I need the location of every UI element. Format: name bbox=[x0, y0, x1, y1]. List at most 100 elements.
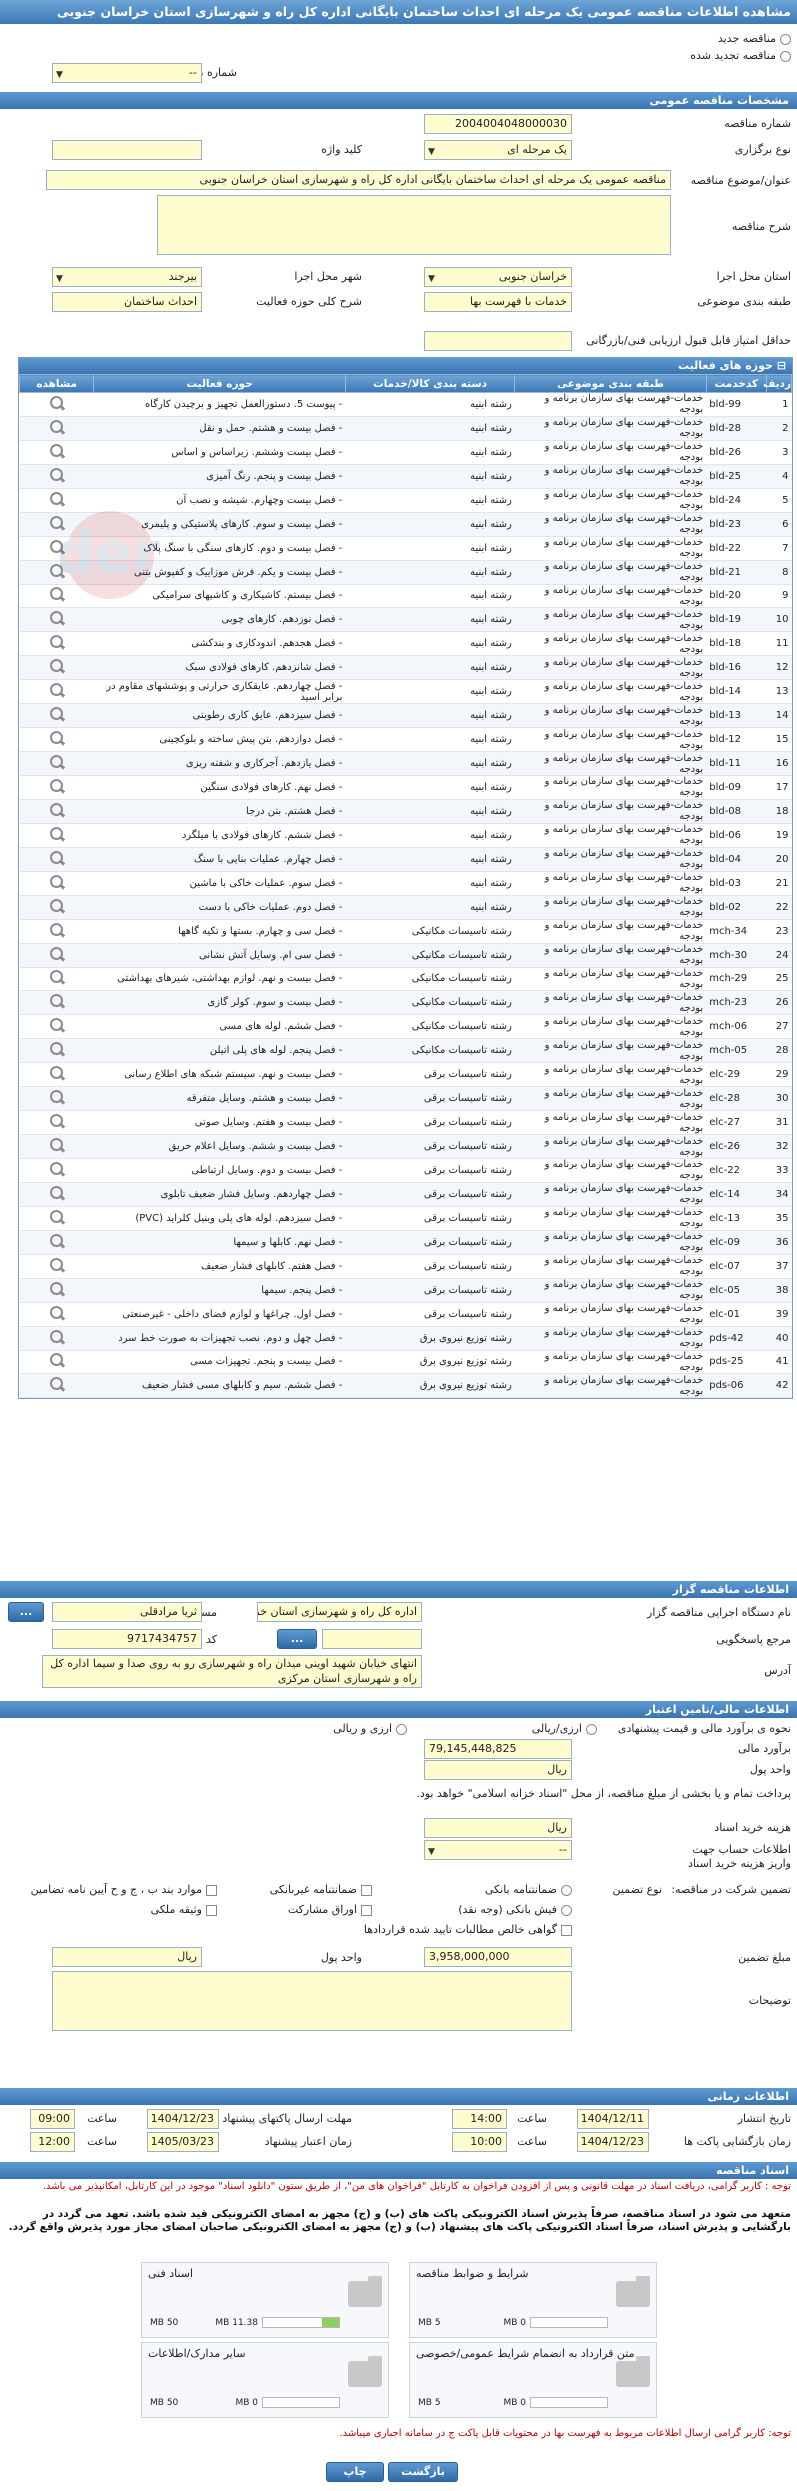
view-cell[interactable] bbox=[19, 1182, 94, 1207]
guarantee-desc-field[interactable] bbox=[52, 1971, 572, 2031]
view-icon[interactable] bbox=[49, 1377, 65, 1391]
view-icon[interactable] bbox=[49, 419, 65, 434]
view-cell[interactable] bbox=[19, 775, 94, 800]
view-icon[interactable] bbox=[49, 1161, 65, 1176]
view-icon[interactable] bbox=[49, 491, 65, 506]
tender-number-field[interactable]: 2004004048000030 bbox=[424, 114, 572, 134]
deadline-time-field[interactable]: 09:00 bbox=[30, 2109, 75, 2129]
view-icon[interactable] bbox=[49, 994, 65, 1008]
upload-box-terms[interactable]: شرایط و ضوابط مناقصه 0 MB 5 MB bbox=[409, 2262, 657, 2338]
view-icon[interactable] bbox=[49, 659, 65, 673]
view-icon[interactable] bbox=[49, 1066, 65, 1080]
view-icon[interactable] bbox=[49, 850, 65, 865]
view-cell[interactable] bbox=[19, 584, 94, 609]
view-icon[interactable] bbox=[49, 898, 65, 913]
view-icon[interactable] bbox=[49, 1185, 65, 1200]
view-cell[interactable] bbox=[19, 1350, 94, 1375]
open-date-field[interactable]: 1404/12/23 bbox=[577, 2132, 649, 2152]
doc-fee-field[interactable]: ریال bbox=[424, 1818, 572, 1838]
ref-field[interactable] bbox=[322, 1629, 422, 1649]
view-icon[interactable] bbox=[49, 826, 65, 841]
view-cell[interactable] bbox=[19, 943, 94, 968]
view-cell[interactable] bbox=[19, 631, 94, 657]
view-cell[interactable] bbox=[19, 1038, 94, 1064]
view-cell[interactable] bbox=[19, 1373, 94, 1399]
view-cell[interactable] bbox=[19, 871, 94, 896]
view-cell[interactable] bbox=[19, 1110, 94, 1136]
scope-field[interactable]: احداث ساختمان bbox=[52, 292, 202, 312]
opt-clause-items[interactable]: موارد بند ب ، ج و ح آیین نامه تضامین bbox=[31, 1883, 217, 1896]
view-icon[interactable] bbox=[49, 1281, 65, 1296]
pub-time-field[interactable]: 14:00 bbox=[452, 2109, 507, 2129]
postal-field[interactable]: 9717434757 bbox=[52, 1629, 202, 1649]
view-cell[interactable] bbox=[19, 967, 94, 992]
opt-claims-cert[interactable]: گواهی خالص مطالبات تایید شده قراردادها bbox=[364, 1923, 572, 1936]
guarantee-unit-field[interactable]: ریال bbox=[52, 1947, 202, 1967]
view-icon[interactable] bbox=[49, 467, 65, 482]
view-icon[interactable] bbox=[49, 970, 65, 984]
view-cell[interactable] bbox=[19, 1278, 94, 1303]
view-cell[interactable] bbox=[19, 703, 94, 729]
opt-bonds[interactable]: اوراق مشارکت bbox=[288, 1903, 372, 1916]
opt-bank-guarantee[interactable]: ضمانتنامه بانکی bbox=[485, 1883, 572, 1896]
view-icon[interactable] bbox=[49, 1114, 65, 1128]
view-icon[interactable] bbox=[49, 1329, 65, 1344]
view-cell[interactable] bbox=[19, 464, 94, 489]
view-icon[interactable] bbox=[49, 1305, 65, 1320]
view-icon[interactable] bbox=[49, 635, 65, 649]
view-cell[interactable] bbox=[19, 655, 94, 681]
guarantee-amount-field[interactable]: 3,958,000,000 bbox=[424, 1947, 572, 1967]
view-icon[interactable] bbox=[49, 1233, 65, 1248]
minscore-field[interactable] bbox=[424, 331, 572, 351]
view-cell[interactable] bbox=[19, 1302, 94, 1327]
view-icon[interactable] bbox=[49, 922, 65, 937]
keyword-field[interactable] bbox=[52, 140, 202, 160]
collapse-icon[interactable]: ⊟ bbox=[777, 359, 786, 372]
validity-time-field[interactable]: 12:00 bbox=[30, 2132, 75, 2152]
view-cell[interactable] bbox=[19, 1254, 94, 1279]
org-field[interactable]: اداره کل راه و شهرسازی استان خراسان جنوب… bbox=[257, 1602, 422, 1622]
description-textarea[interactable] bbox=[157, 195, 671, 255]
view-icon[interactable] bbox=[49, 587, 65, 601]
view-cell[interactable] bbox=[19, 488, 94, 513]
ref-lookup-button[interactable]: ... bbox=[277, 1629, 317, 1649]
tender-type-select[interactable]: ▼ یک مرحله ای bbox=[424, 140, 572, 160]
view-cell[interactable] bbox=[19, 560, 94, 585]
view-cell[interactable] bbox=[19, 1206, 94, 1231]
view-icon[interactable] bbox=[49, 1257, 65, 1272]
print-button[interactable]: چاپ bbox=[326, 2462, 384, 2482]
view-cell[interactable] bbox=[19, 727, 94, 753]
renewed-tender-radio[interactable]: مناقصه تجدید شده bbox=[690, 49, 791, 62]
city-select[interactable]: ▼ بیرجند bbox=[52, 267, 202, 287]
forex-radio[interactable]: ارزی و ریالی bbox=[333, 1722, 407, 1735]
view-icon[interactable] bbox=[49, 1138, 65, 1152]
view-icon[interactable] bbox=[49, 802, 65, 817]
view-cell[interactable] bbox=[19, 990, 94, 1016]
opt-nonbank-guarantee[interactable]: ضمانتنامه غیربانکی bbox=[270, 1883, 372, 1896]
validity-date-field[interactable]: 1405/03/23 bbox=[147, 2132, 219, 2152]
deadline-date-field[interactable]: 1404/12/23 bbox=[147, 2109, 219, 2129]
view-icon[interactable] bbox=[49, 755, 65, 769]
rial-radio[interactable]: ارزی/ریالی bbox=[532, 1722, 597, 1735]
view-cell[interactable] bbox=[19, 751, 94, 776]
view-icon[interactable] bbox=[49, 707, 65, 721]
view-cell[interactable] bbox=[19, 512, 94, 537]
view-cell[interactable] bbox=[19, 1230, 94, 1255]
opt-cash-deposit[interactable]: فیش بانکی (وجه نقد) bbox=[458, 1903, 572, 1916]
view-cell[interactable] bbox=[19, 895, 94, 920]
view-cell[interactable] bbox=[19, 1086, 94, 1112]
view-icon[interactable] bbox=[49, 778, 65, 793]
resp-lookup-button[interactable]: ... bbox=[8, 1602, 44, 1622]
view-icon[interactable] bbox=[49, 874, 65, 889]
view-cell[interactable] bbox=[19, 1158, 94, 1183]
view-cell[interactable] bbox=[19, 799, 94, 824]
category-field[interactable]: خدمات با فهرست بها bbox=[424, 292, 572, 312]
view-cell[interactable] bbox=[19, 392, 94, 417]
view-cell[interactable] bbox=[19, 847, 94, 872]
view-icon[interactable] bbox=[49, 443, 65, 458]
view-cell[interactable] bbox=[19, 823, 94, 848]
view-icon[interactable] bbox=[49, 395, 65, 410]
upload-box-other[interactable]: سایر مدارک/اطلاعات 0 MB 50 MB bbox=[141, 2342, 389, 2418]
upload-box-contract[interactable]: متن قرارداد به انضمام شرایط عمومی/خصوصی 0… bbox=[409, 2342, 657, 2418]
view-icon[interactable] bbox=[49, 515, 65, 530]
